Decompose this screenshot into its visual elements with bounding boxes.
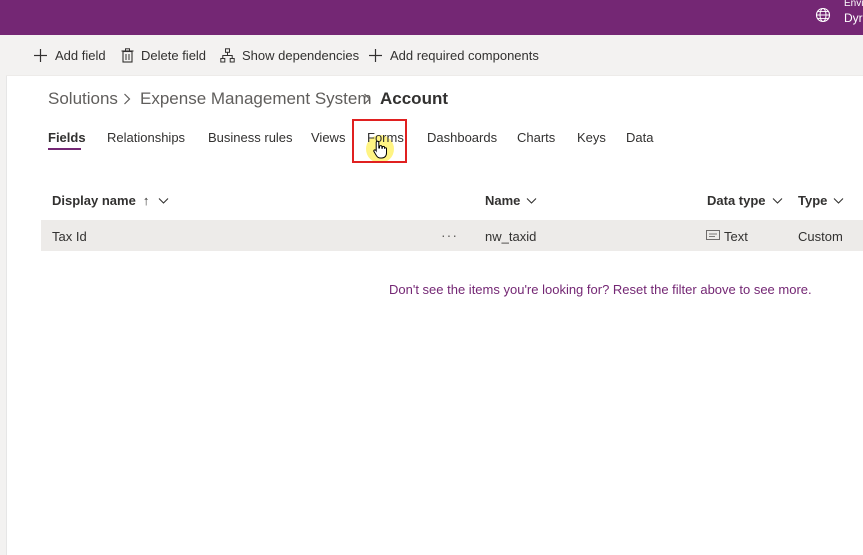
environment-label: Envi [844, 0, 863, 9]
show-dependencies-label: Show dependencies [242, 47, 360, 63]
command-bar: Add field Delete field Show dependencies… [6, 35, 863, 76]
delete-field-label: Delete field [141, 47, 207, 63]
active-tab-indicator [48, 148, 81, 150]
column-header-type[interactable]: Type [798, 193, 844, 208]
column-display-name-label: Display name [52, 193, 136, 208]
breadcrumb-solutions[interactable]: Solutions [48, 89, 118, 109]
tab-relationships[interactable]: Relationships [107, 130, 185, 145]
column-name-label: Name [485, 193, 521, 208]
chevron-right-icon [124, 93, 131, 105]
breadcrumb-solution[interactable]: Expense Management System [140, 89, 372, 109]
tab-business-rules[interactable]: Business rules [208, 130, 293, 145]
app-header: Envi Dyr [0, 0, 863, 35]
chevron-down-icon [527, 197, 537, 204]
chevron-down-icon [834, 197, 844, 204]
text-field-icon [706, 230, 720, 240]
trash-icon [121, 47, 134, 63]
column-type-label: Type [798, 193, 828, 208]
add-required-components-button[interactable]: Add required components [368, 35, 539, 75]
hand-pointer-icon [373, 140, 387, 159]
column-data-type-label: Data type [707, 193, 766, 208]
tab-charts[interactable]: Charts [517, 130, 555, 145]
chevron-down-icon [772, 197, 782, 204]
column-header-data-type[interactable]: Data type [707, 193, 783, 208]
plus-icon [369, 48, 382, 62]
more-options-button[interactable]: ··· [441, 227, 458, 243]
left-nav-edge [0, 35, 7, 555]
breadcrumb-current: Account [380, 89, 448, 108]
cell-type: Custom [798, 229, 843, 244]
tab-data[interactable]: Data [626, 130, 653, 145]
cell-display-name[interactable]: Tax Id [52, 229, 87, 244]
chevron-right-icon [364, 93, 371, 105]
add-field-label: Add field [55, 47, 106, 63]
tab-fields[interactable]: Fields [48, 130, 86, 145]
tab-views[interactable]: Views [311, 130, 345, 145]
chevron-down-icon [158, 197, 169, 204]
plus-icon [34, 48, 47, 62]
environment-name[interactable]: Dyr [844, 11, 863, 25]
add-field-button[interactable]: Add field [33, 35, 106, 75]
reset-filter-hint[interactable]: Don't see the items you're looking for? … [389, 282, 812, 297]
tab-keys[interactable]: Keys [577, 130, 606, 145]
delete-field-button[interactable]: Delete field [121, 35, 206, 75]
cell-name: nw_taxid [485, 229, 537, 244]
globe-icon[interactable] [815, 7, 831, 23]
hierarchy-icon [220, 47, 235, 62]
column-header-name[interactable]: Name [485, 193, 537, 208]
show-dependencies-button[interactable]: Show dependencies [220, 35, 359, 75]
sort-ascending-icon: ↑ [142, 193, 150, 208]
column-header-display-name[interactable]: Display name ↑ [52, 193, 169, 208]
add-required-components-label: Add required components [390, 47, 539, 63]
tab-dashboards[interactable]: Dashboards [427, 130, 497, 145]
cell-data-type: Text [724, 229, 748, 244]
